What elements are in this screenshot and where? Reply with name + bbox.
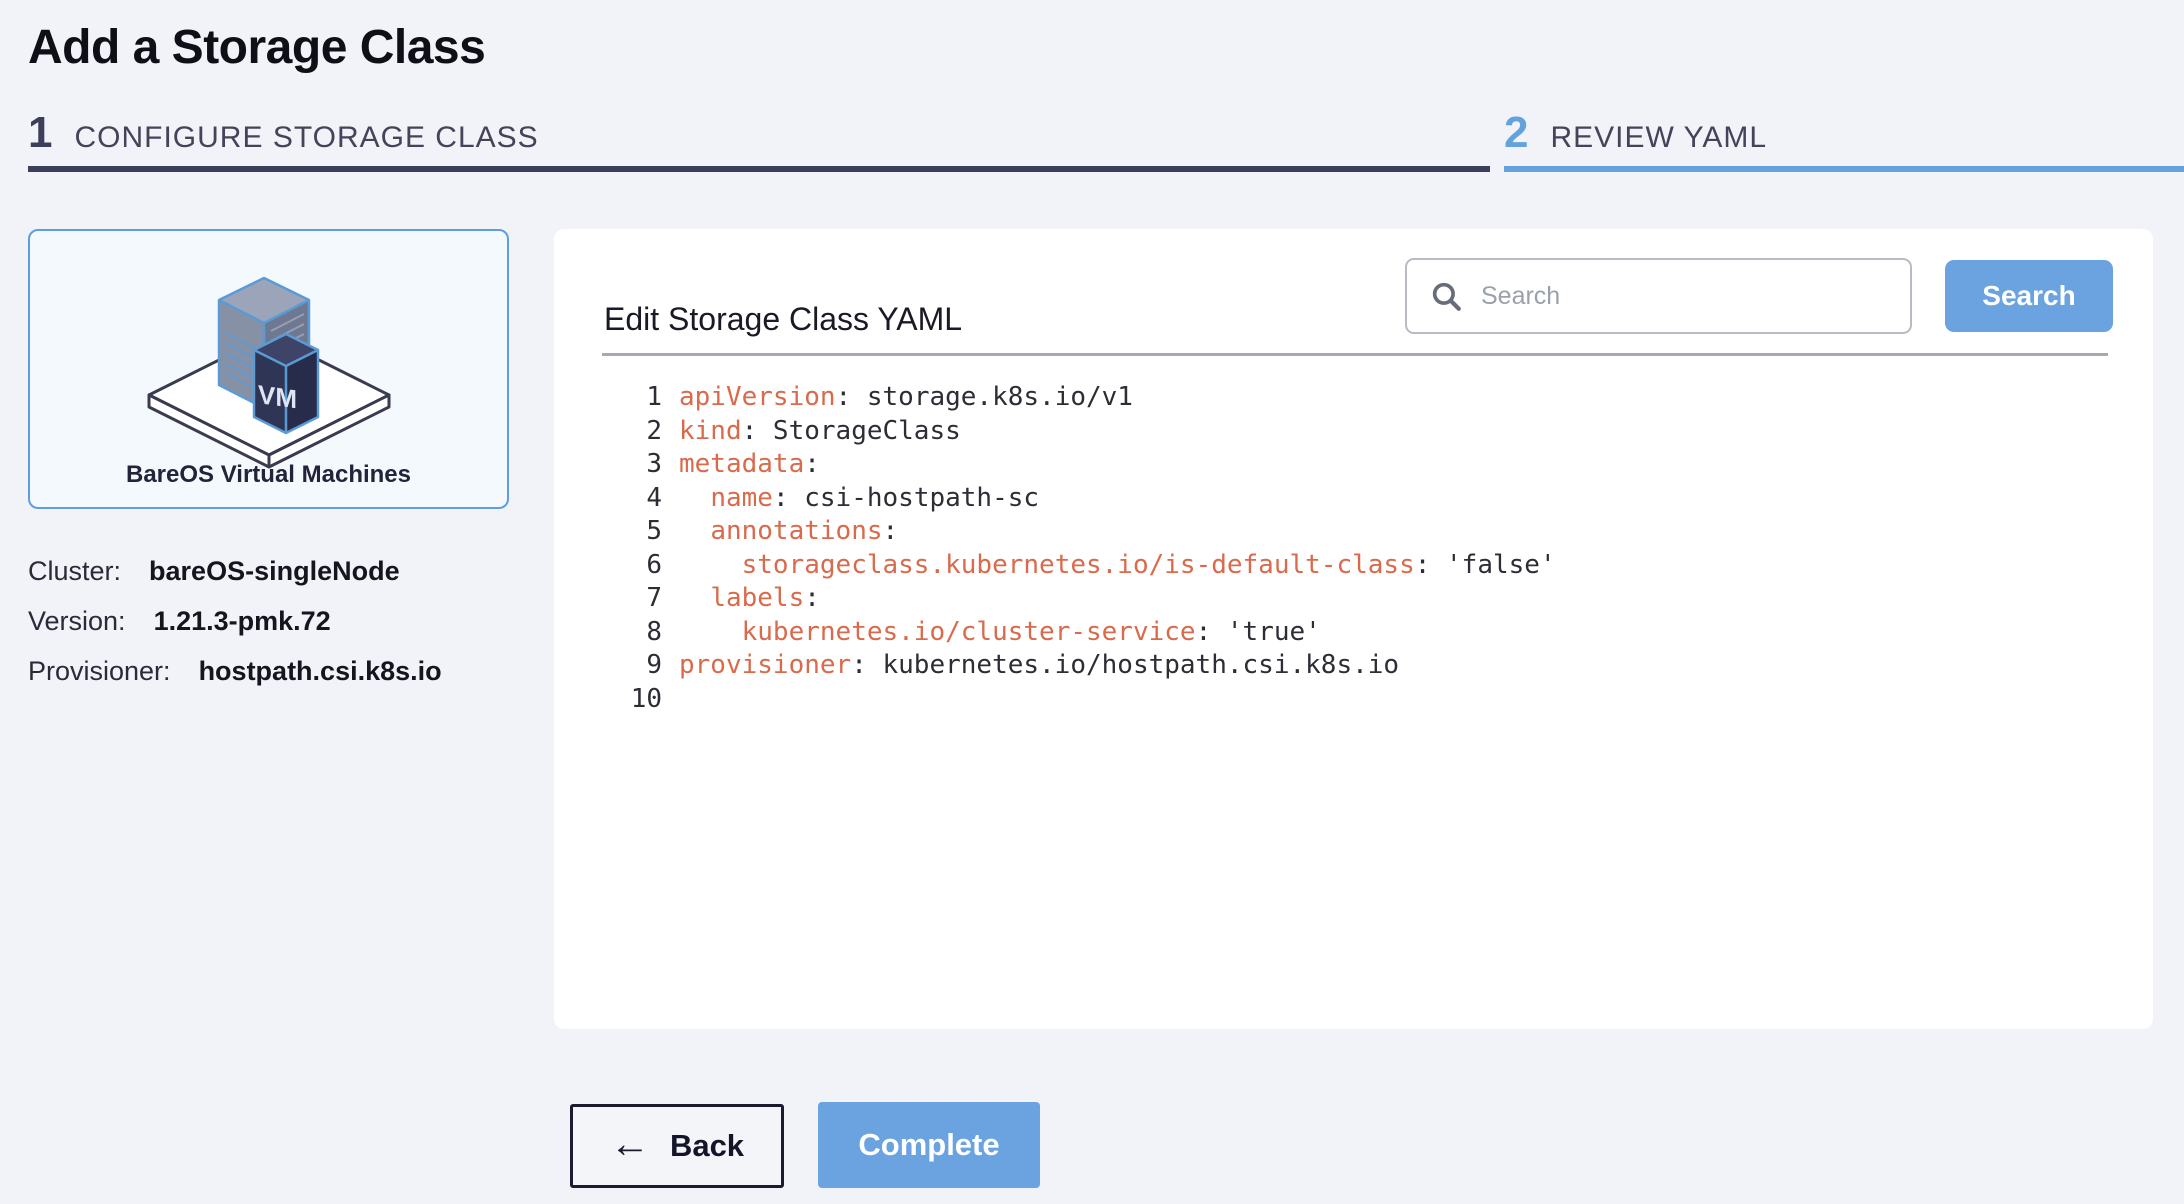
editor-title: Edit Storage Class YAML: [604, 301, 962, 338]
add-storage-class-screen: Add a Storage Class 1 CONFIGURE STORAGE …: [0, 0, 2184, 1204]
line-number: 5: [596, 515, 662, 549]
line-number: 2: [596, 415, 662, 449]
code-text: kubernetes.io/cluster-service: 'true': [679, 616, 1321, 650]
svg-text:VM: VM: [258, 379, 297, 414]
back-button[interactable]: ← Back: [570, 1104, 784, 1188]
step-review-yaml[interactable]: 2 REVIEW YAML: [1504, 108, 2184, 172]
code-text: labels:: [679, 582, 820, 616]
step-1-label: CONFIGURE STORAGE CLASS: [74, 121, 538, 155]
line-number: 3: [596, 448, 662, 482]
step-2-underline: [1504, 166, 2184, 172]
code-line: 5 annotations:: [554, 515, 2143, 549]
step-1-number: 1: [28, 108, 52, 158]
line-number: 4: [596, 482, 662, 516]
step-1-underline: [28, 166, 1490, 172]
search-box[interactable]: [1405, 258, 1912, 334]
info-value: bareOS-singleNode: [149, 556, 400, 587]
info-label: Provisioner:: [28, 656, 171, 687]
step-2-number: 2: [1504, 108, 1528, 158]
line-number: 1: [596, 381, 662, 415]
code-line: 3 metadata:: [554, 448, 2143, 482]
code-line: 7 labels:: [554, 582, 2143, 616]
code-text: metadata:: [679, 448, 820, 482]
code-line: 6 storageclass.kubernetes.io/is-default-…: [554, 549, 2143, 583]
info-label: Version:: [28, 606, 126, 637]
info-value: 1.21.3-pmk.72: [154, 606, 331, 637]
code-text: storageclass.kubernetes.io/is-default-cl…: [679, 549, 1556, 583]
search-button[interactable]: Search: [1945, 260, 2113, 332]
step-2-label: REVIEW YAML: [1550, 121, 1767, 155]
complete-button[interactable]: Complete: [818, 1102, 1040, 1188]
code-text: provisioner: kubernetes.io/hostpath.csi.…: [679, 649, 1399, 683]
code-line: 8 kubernetes.io/cluster-service: 'true': [554, 616, 2143, 650]
left-arrow-icon: ←: [610, 1124, 650, 1164]
line-number: 8: [596, 616, 662, 650]
cluster-info-row: Provisioner: hostpath.csi.k8s.io: [28, 656, 442, 687]
code-line: 10: [554, 683, 2143, 717]
line-number: 9: [596, 649, 662, 683]
line-number: 10: [596, 683, 662, 717]
code-text: annotations:: [679, 515, 898, 549]
code-line: 4 name: csi-hostpath-sc: [554, 482, 2143, 516]
code-text: kind: StorageClass: [679, 415, 961, 449]
provider-card-bareos-vm: VM BareOS Virtual Machines: [28, 229, 509, 509]
code-line: 2 kind: StorageClass: [554, 415, 2143, 449]
line-number: 6: [596, 549, 662, 583]
cluster-info-row: Version: 1.21.3-pmk.72: [28, 606, 442, 637]
yaml-code-editor[interactable]: 1 apiVersion: storage.k8s.io/v1 2 kind: Sto…: [554, 381, 2143, 1019]
search-icon: [1429, 279, 1463, 313]
cluster-info-list: Cluster: bareOS-singleNode Version: 1.21.3-…: [28, 556, 442, 706]
page-title: Add a Storage Class: [28, 20, 485, 75]
line-number: 7: [596, 582, 662, 616]
code-line: 9 provisioner: kubernetes.io/hostpath.csi…: [554, 649, 2143, 683]
yaml-editor-panel: Edit Storage Class YAML Search 1 apiVersi…: [554, 229, 2153, 1029]
back-button-label: Back: [670, 1128, 744, 1164]
search-input[interactable]: [1481, 282, 1881, 311]
editor-header-divider: [602, 353, 2108, 356]
cluster-info-row: Cluster: bareOS-singleNode: [28, 556, 442, 587]
info-value: hostpath.csi.k8s.io: [199, 656, 442, 687]
vm-isometric-icon: VM: [124, 245, 414, 482]
wizard-steps: 1 CONFIGURE STORAGE CLASS 2 REVIEW YAML: [28, 108, 2184, 172]
info-label: Cluster:: [28, 556, 121, 587]
code-text: apiVersion: storage.k8s.io/v1: [679, 381, 1133, 415]
code-text: name: csi-hostpath-sc: [679, 482, 1039, 516]
code-line: 1 apiVersion: storage.k8s.io/v1: [554, 381, 2143, 415]
step-configure-storage-class[interactable]: 1 CONFIGURE STORAGE CLASS: [28, 108, 1490, 172]
